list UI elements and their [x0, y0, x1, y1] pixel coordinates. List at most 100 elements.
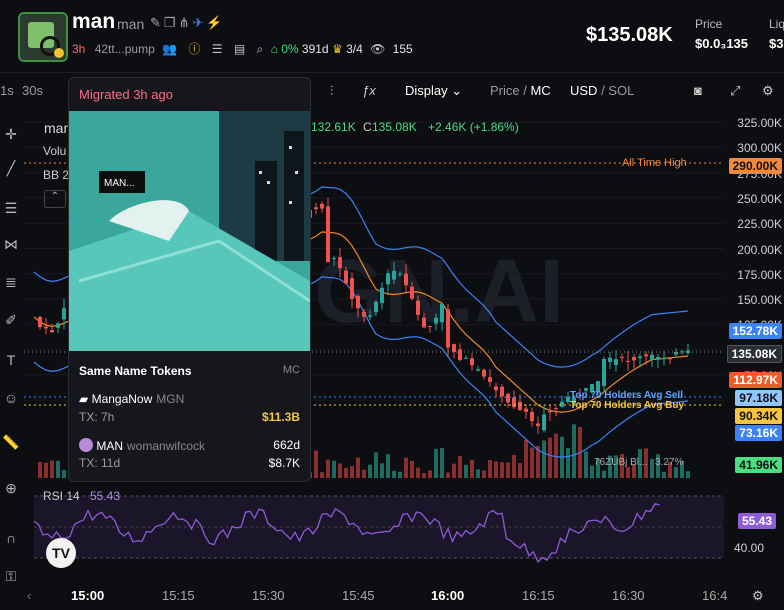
- axis-settings-icon[interactable]: ⚙: [752, 588, 764, 604]
- fullscreen-icon[interactable]: ⤢: [730, 83, 740, 99]
- edit-icon[interactable]: ✎: [150, 15, 164, 30]
- fib-icon[interactable]: ≣: [0, 274, 22, 291]
- usd-sol-toggle[interactable]: USD / SOL: [570, 83, 634, 98]
- volume-bar: [524, 440, 528, 478]
- volume-bar: [584, 451, 588, 478]
- share-icon[interactable]: ⋔: [179, 15, 193, 30]
- candle: [452, 344, 456, 352]
- candle: [374, 301, 378, 313]
- trendline-icon[interactable]: ╱: [0, 160, 22, 177]
- copy-icon[interactable]: ❐: [164, 15, 179, 30]
- time-tick: 15:15: [162, 588, 195, 603]
- volume-bar: [362, 469, 366, 478]
- volume-bar: [422, 472, 426, 478]
- price-label: Price: [695, 17, 723, 31]
- warning-icon: ⓘ: [188, 42, 201, 56]
- token-0-tx: TX: 7h: [79, 410, 115, 424]
- liq-value: $3: [769, 36, 784, 51]
- price-mc-toggle[interactable]: Price / MC: [490, 83, 551, 98]
- token-info-popup: Migrated 3h ago MAN... Same Name Tokens …: [68, 77, 311, 482]
- candle: [464, 357, 468, 359]
- candle: [56, 323, 60, 328]
- candle: [638, 356, 642, 359]
- wallet-label: 76ZUBj Bl...: [594, 457, 648, 468]
- text-icon[interactable]: T: [0, 352, 22, 368]
- candle: [482, 369, 486, 377]
- candle: [614, 359, 618, 365]
- lock-icon[interactable]: ⚿: [0, 568, 22, 585]
- crown-count: 3/4: [346, 42, 363, 56]
- brush-icon[interactable]: ✐: [0, 312, 22, 329]
- settings-icon[interactable]: ⚙: [762, 83, 774, 99]
- same-name-token-1[interactable]: MAN womanwifcock: [79, 438, 205, 453]
- collapse-legend-button[interactable]: ⌃: [44, 190, 66, 208]
- pattern-icon[interactable]: ⋈: [0, 236, 22, 253]
- hlines-icon[interactable]: ☰: [0, 200, 22, 217]
- volume-bar: [572, 424, 576, 478]
- price-axis-tick: 325.00K: [737, 116, 782, 130]
- candle: [488, 377, 492, 382]
- lightning-icon[interactable]: ⚡: [206, 15, 225, 30]
- candle: [662, 357, 666, 360]
- telegram-icon[interactable]: ✈: [192, 15, 206, 30]
- emoji-icon[interactable]: ☺: [0, 390, 22, 406]
- ruler-icon[interactable]: 📏: [0, 434, 22, 451]
- avg-buy-label: Top 70 Holders Avg Buy: [570, 400, 685, 411]
- token-artwork: MAN...: [69, 111, 310, 351]
- candle: [506, 393, 510, 403]
- volume-bar: [686, 471, 690, 478]
- volume-bar: [392, 470, 396, 478]
- market-cap: $135.08K: [586, 24, 673, 46]
- crown-icon: ♛: [331, 42, 343, 56]
- tradingview-logo[interactable]: TV: [46, 538, 76, 568]
- list-icon: ☰: [211, 42, 223, 56]
- volume-bar: [482, 470, 486, 478]
- price-axis-tick: 200.00K: [737, 242, 782, 257]
- ohlc-change: +2.46K (+1.86%): [428, 120, 519, 134]
- volume-bar: [434, 448, 438, 478]
- candle: [608, 357, 612, 362]
- ath-tag: 290.00K: [728, 158, 782, 174]
- volume-bar: [650, 459, 654, 478]
- candle: [476, 369, 480, 371]
- candle: [368, 315, 372, 317]
- candle: [560, 401, 564, 407]
- eye-icon: 👁: [370, 42, 386, 56]
- volume-bar: [452, 463, 456, 478]
- ohlc-close-label: C: [363, 120, 372, 134]
- migrated-label: Migrated 3h ago: [79, 87, 173, 102]
- volume-bar: [602, 470, 606, 478]
- display-dropdown[interactable]: Display ⌄: [405, 83, 462, 99]
- search-icon[interactable]: ⌕: [257, 42, 264, 56]
- candle-type-icon[interactable]: ⫶: [330, 83, 333, 99]
- interval-30s[interactable]: 30s: [22, 83, 43, 98]
- scroll-left-icon[interactable]: ‹: [27, 588, 31, 603]
- interval-1s[interactable]: 1s: [0, 83, 14, 98]
- candle: [626, 360, 630, 362]
- same-name-title: Same Name Tokens: [79, 364, 192, 378]
- volume-bar: [44, 462, 48, 478]
- price-axis-tick: 175.00K: [737, 267, 782, 282]
- doc-icon: ▤: [233, 42, 246, 56]
- crosshair-icon[interactable]: ✛: [0, 126, 22, 143]
- candle: [380, 287, 384, 304]
- time-tick: 15:30: [252, 588, 285, 603]
- candle: [404, 273, 408, 286]
- indicators-icon[interactable]: ƒx: [362, 83, 376, 98]
- rsi-panel[interactable]: [24, 486, 724, 576]
- candle: [602, 358, 606, 386]
- candle: [38, 316, 42, 328]
- candle: [494, 386, 498, 391]
- token-header: man man ✎❐⋔✈⚡ 3h 42tt...pump 👥 ⓘ ☰ ▤ ⌕ ⌂…: [0, 0, 784, 73]
- zoom-icon[interactable]: ⊕: [0, 480, 22, 497]
- volume-bar: [320, 472, 324, 478]
- magnet-icon[interactable]: ∩: [0, 530, 22, 546]
- time-tick: 16:00: [431, 588, 465, 603]
- candle: [440, 303, 444, 323]
- token-address[interactable]: 42tt...pump: [95, 42, 155, 56]
- volume-bar: [398, 471, 402, 478]
- camera-icon[interactable]: ◙: [694, 83, 702, 98]
- volume-bar: [626, 467, 630, 478]
- candle: [314, 207, 318, 209]
- same-name-token-0[interactable]: ▰ MangaNow MGN: [79, 392, 184, 406]
